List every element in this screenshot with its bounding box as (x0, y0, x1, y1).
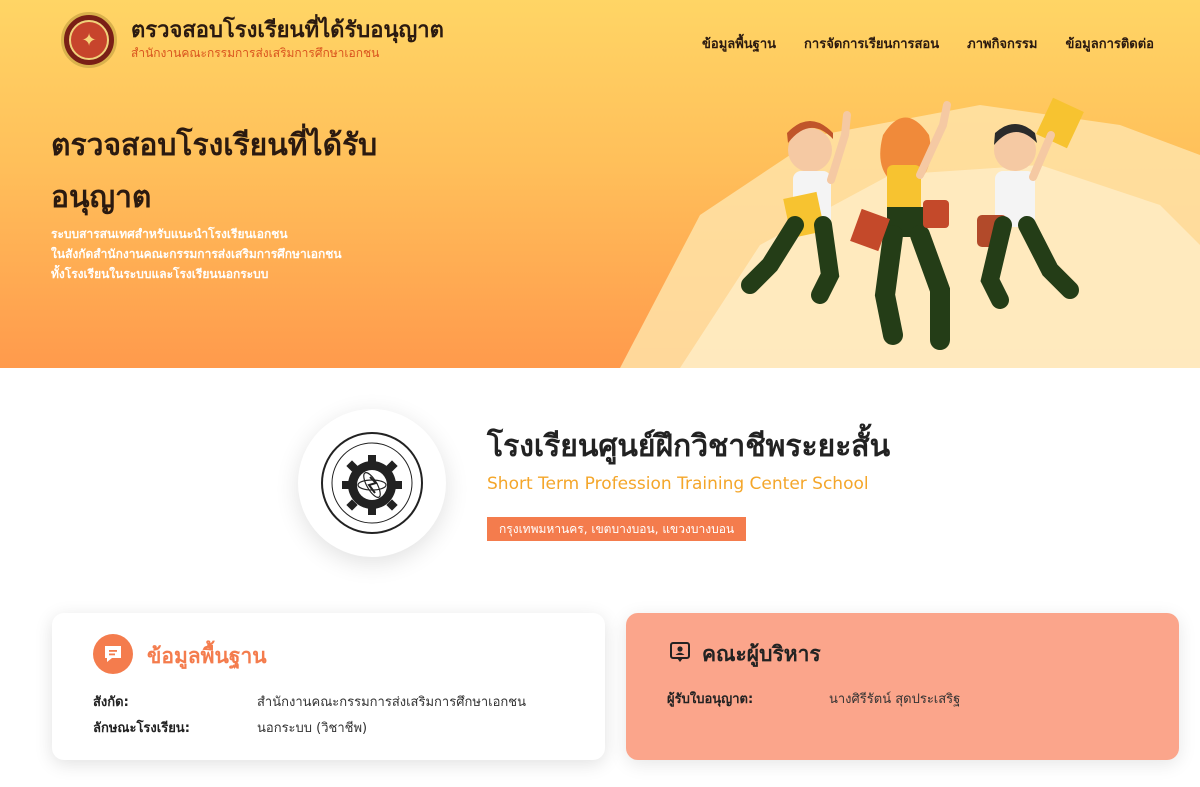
basic-info-card: ข้อมูลพื้นฐาน สังกัด: สำนักงานคณะกรรมการส… (52, 613, 605, 760)
hero-heading: ตรวจสอบโรงเรียนที่ได้รับอนุญาต (51, 128, 378, 215)
chat-bubble-icon (93, 634, 133, 674)
school-name-english: Short Term Profession Training Center Sc… (487, 474, 869, 494)
basic-info-title: ข้อมูลพื้นฐาน (147, 644, 267, 668)
nav-item-basic-info[interactable]: ข้อมูลพื้นฐาน (702, 33, 776, 54)
nav-item-contact[interactable]: ข้อมูลการติดต่อ (1065, 33, 1154, 54)
hero-description-line: ในสังกัดสำนักงานคณะกรรมการส่งเสริมการศึก… (51, 247, 342, 261)
user-id-badge-icon (670, 642, 690, 662)
school-name-thai: โรงเรียนศูนย์ฝึกวิชาชีพระยะสั้น (487, 429, 891, 464)
location-badge: กรุงเทพมหานคร, เขตบางบอน, แขวงบางบอน (487, 517, 747, 541)
hero-banner: ✦ ตรวจสอบโรงเรียนที่ได้รับอนุญาต สำนักงา… (0, 0, 1200, 368)
administrators-card: คณะผู้บริหาร ผู้รับใบอนุญาต: นางศิรีรัตน์… (626, 613, 1179, 760)
info-value: สำนักงานคณะกรรมการส่งเสริมการศึกษาเอกชน (257, 695, 527, 710)
admin-row-licensee: ผู้รับใบอนุญาต: นางศิรีรัตน์ สุดประเสริฐ (667, 688, 960, 709)
hero-description-line: ระบบสารสนเทศสำหรับแนะนำโรงเรียนเอกชน (51, 227, 288, 241)
admin-value: นางศิรีรัตน์ สุดประเสริฐ (829, 692, 961, 707)
school-logo (298, 409, 446, 557)
info-label: สังกัด: (93, 695, 129, 710)
info-label: ลักษณะโรงเรียน: (93, 721, 190, 736)
hero-description-line: ทั้งโรงเรียนในระบบและโรงเรียนนอกระบบ (51, 267, 269, 281)
nav-item-teaching[interactable]: การจัดการเรียนการสอน (804, 33, 939, 54)
info-row-school-type: ลักษณะโรงเรียน: นอกระบบ (วิชาชีพ) (93, 717, 367, 738)
info-row-affiliation: สังกัด: สำนักงานคณะกรรมการส่งเสริมการศึกษ… (93, 691, 526, 712)
administrators-title: คณะผู้บริหาร (702, 642, 821, 666)
site-title[interactable]: ตรวจสอบโรงเรียนที่ได้รับอนุญาต (131, 12, 444, 47)
ministry-emblem-icon: ✦ (69, 20, 109, 60)
main-nav: ข้อมูลพื้นฐาน การจัดการเรียนการสอน ภาพกิ… (702, 33, 1154, 54)
nav-item-activities[interactable]: ภาพกิจกรรม (967, 33, 1037, 54)
info-value: นอกระบบ (วิชาชีพ) (257, 721, 368, 736)
site-subtitle: สำนักงานคณะกรรมการส่งเสริมการศึกษาเอกชน (131, 46, 380, 60)
admin-label: ผู้รับใบอนุญาต: (667, 692, 754, 707)
jumping-students-illustration (741, 97, 1084, 350)
gear-emblem-icon (321, 432, 423, 534)
site-logo[interactable]: ✦ (61, 12, 117, 68)
hero-description: ระบบสารสนเทศสำหรับแนะนำโรงเรียนเอกชน ในส… (51, 224, 342, 284)
